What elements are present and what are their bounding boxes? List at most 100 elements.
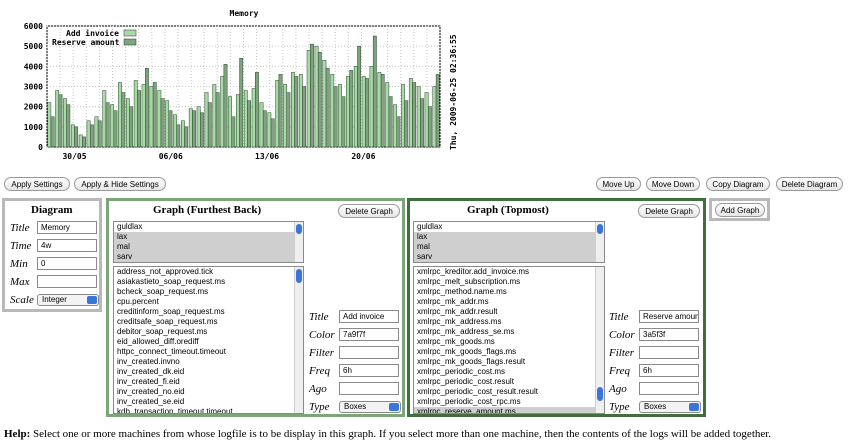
graph2-log-list[interactable]: xmlrpc_kreditor.add_invoice.ms xmlrpc_mel… <box>413 266 605 414</box>
apply-settings-button[interactable]: Apply Settings <box>4 177 70 191</box>
log-option[interactable]: inv_created.invno <box>114 357 303 367</box>
bar-add-invoice <box>47 102 52 148</box>
log-option[interactable]: inv_created_dk.eid <box>114 367 303 377</box>
graph1-filter-input[interactable] <box>339 346 399 359</box>
graph1-title: Graph (Furthest Back) <box>153 204 262 216</box>
log-option[interactable]: xmlrpc_kreditor.add_invoice.ms <box>414 267 604 277</box>
log-option[interactable]: eid_allowed_diff.orediff <box>114 337 303 347</box>
log-option[interactable]: inv_created_no.eid <box>114 387 303 397</box>
move-up-button[interactable]: Move Up <box>596 177 641 191</box>
machine-option[interactable]: mal <box>114 242 303 252</box>
log-option[interactable]: bcheck_soap_request.ms <box>114 287 303 297</box>
log-option[interactable]: inv_created_fi.eid <box>114 377 303 387</box>
log-option[interactable]: xmlrpc_periodic_cost.result <box>414 377 604 387</box>
graph1-type-label: Type <box>309 401 330 413</box>
bar-add-invoice <box>133 80 138 148</box>
log-option[interactable]: xmlrpc_method.name.ms <box>414 287 604 297</box>
graph1-ago-input[interactable] <box>339 382 399 395</box>
bar-reserve-amount <box>168 110 173 148</box>
log-option[interactable]: inv_created_se.eid <box>114 397 303 407</box>
scrollbar[interactable] <box>595 222 604 262</box>
graph2-title-label: Title <box>609 311 629 323</box>
log-option[interactable]: creditinform_soap_request.ms <box>114 307 303 317</box>
graph2-filter-input[interactable] <box>639 346 699 359</box>
bar-reserve-amount <box>412 82 417 148</box>
bar-reserve-amount <box>372 35 377 148</box>
log-option[interactable]: xmlrpc_mk_address_se.ms <box>414 327 604 337</box>
graph1-machine-list[interactable]: guldlax lax mal sarv <box>113 221 304 263</box>
graph1-delete-button[interactable]: Delete Graph <box>338 204 400 218</box>
graph2-type-select[interactable]: Boxes <box>639 401 701 413</box>
log-option[interactable]: xmlrpc_reserve_amount.ms <box>414 407 604 413</box>
bar-reserve-amount <box>286 92 291 148</box>
graph2-machine-list[interactable]: guldlax lax mal sarv <box>413 221 605 263</box>
bar-add-invoice <box>63 98 67 148</box>
graph1-color-label: Color <box>309 329 335 341</box>
log-option[interactable]: debitor_soap_request.ms <box>114 327 303 337</box>
machine-option[interactable]: mal <box>414 242 604 252</box>
log-option[interactable]: creditsafe_soap_request.ms <box>114 317 303 327</box>
graph1-log-list[interactable]: address_not_approved.tick asiakastieto_so… <box>113 266 304 414</box>
delete-diagram-button[interactable]: Delete Diagram <box>776 177 843 191</box>
bar-reserve-amount <box>341 96 346 148</box>
graph2-delete-button[interactable]: Delete Graph <box>638 204 700 218</box>
diagram-min-input[interactable]: 0 <box>37 257 97 270</box>
log-option[interactable]: xmlrpc_mk_addr.ms <box>414 297 604 307</box>
graph2-freq-input[interactable]: 6h <box>639 364 699 377</box>
y-tick-label: 4000 <box>24 62 43 71</box>
graph2-type-label: Type <box>609 401 630 413</box>
graph2-filter-label: Filter <box>609 347 635 359</box>
graph2-color-input[interactable]: 3a5f3f <box>639 328 699 341</box>
bar-add-invoice <box>330 74 335 148</box>
log-option[interactable]: xmlrpc_melt_subscription.ms <box>414 277 604 287</box>
machine-option[interactable]: guldlax <box>114 222 303 232</box>
log-option[interactable]: httpc_connect_timeout.timeout <box>114 347 303 357</box>
diagram-title: Diagram <box>31 204 73 216</box>
move-down-button[interactable]: Move Down <box>646 177 700 191</box>
log-option[interactable]: xmlrpc_mk_addr.result <box>414 307 604 317</box>
graph2-ago-input[interactable] <box>639 382 699 395</box>
bar-reserve-amount <box>184 126 189 148</box>
graph1-freq-input[interactable]: 6h <box>339 364 399 377</box>
copy-diagram-button[interactable]: Copy Diagram <box>706 177 770 191</box>
machine-option[interactable]: lax <box>414 232 604 242</box>
diagram-time-input[interactable]: 4w <box>37 239 97 252</box>
log-option[interactable]: xmlrpc_periodic_cost_rpc.ms <box>414 397 604 407</box>
log-option[interactable]: xmlrpc_mk_goods_flags.result <box>414 357 604 367</box>
scrollbar[interactable] <box>294 222 303 262</box>
log-option[interactable]: xmlrpc_mk_address.ms <box>414 317 604 327</box>
graph1-title-input[interactable]: Add invoice <box>339 310 399 323</box>
machine-option[interactable]: sarv <box>414 252 604 262</box>
log-option[interactable]: address_not_approved.tick <box>114 267 303 277</box>
diagram-scale-select[interactable]: Integer <box>37 294 99 306</box>
bar-add-invoice <box>306 49 311 148</box>
graph1-color-input[interactable]: 7a9f7f <box>339 328 399 341</box>
diagram-max-input[interactable] <box>37 275 97 288</box>
scrollbar[interactable] <box>595 267 604 413</box>
bar-add-invoice <box>188 108 193 148</box>
log-option[interactable]: kdb_transaction_timeout.timeout <box>114 407 303 413</box>
diagram-title-input[interactable]: Memory <box>37 221 97 234</box>
graph2-title-input[interactable]: Reserve amoun <box>639 310 699 323</box>
diagram-min-label: Min <box>10 258 28 270</box>
machine-option[interactable]: guldlax <box>414 222 604 232</box>
y-tick-label: 6000 <box>24 22 43 31</box>
log-option[interactable]: xmlrpc_periodic_cost.ms <box>414 367 604 377</box>
machine-option[interactable]: sarv <box>114 252 303 262</box>
bar-add-invoice <box>369 66 374 148</box>
bar-add-invoice <box>385 82 390 148</box>
apply-hide-settings-button[interactable]: Apply & Hide Settings <box>74 177 166 191</box>
log-option[interactable]: cpu.percent <box>114 297 303 307</box>
bar-reserve-amount <box>239 58 244 148</box>
machine-option[interactable]: lax <box>114 232 303 242</box>
log-option[interactable]: xmlrpc_periodic_cost_result.result <box>414 387 604 397</box>
add-graph-button[interactable]: Add Graph <box>715 203 765 217</box>
log-option[interactable]: asiakastieto_soap_request.ms <box>114 277 303 287</box>
log-option[interactable]: xmlrpc_mk_goods_flags.ms <box>414 347 604 357</box>
graph1-type-select[interactable]: Boxes <box>339 401 401 413</box>
bar-add-invoice <box>204 92 209 148</box>
log-option[interactable]: xmlrpc_mk_goods.ms <box>414 337 604 347</box>
bar-add-invoice <box>228 96 232 148</box>
scrollbar[interactable] <box>294 267 303 413</box>
bar-reserve-amount <box>215 92 220 148</box>
